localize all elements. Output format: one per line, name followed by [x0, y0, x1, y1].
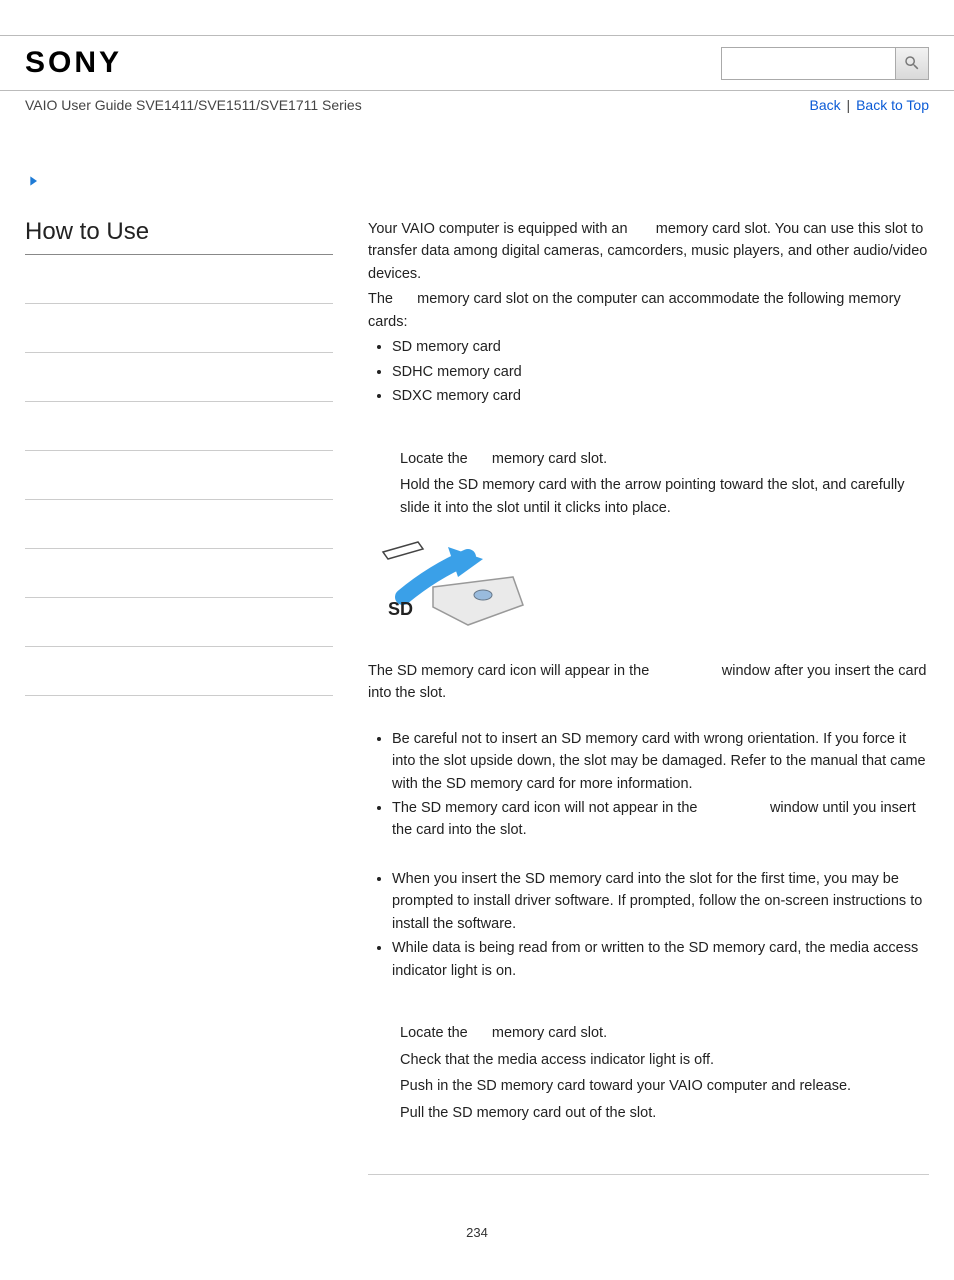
back-link[interactable]: Back	[810, 97, 841, 113]
list-item: SDHC memory card	[392, 361, 929, 383]
step-text: Locate the memory card slot.	[400, 448, 929, 470]
sidebar-item[interactable]	[25, 255, 333, 304]
page-number: 234	[0, 1225, 954, 1240]
step: Locate the memory card slot.	[368, 448, 929, 470]
sidebar-item[interactable]	[25, 500, 333, 549]
caution-list: Be careful not to insert an SD memory ca…	[368, 728, 929, 842]
after-insert-text: The SD memory card icon will appear in t…	[368, 660, 929, 705]
notes-list: When you insert the SD memory card into …	[368, 868, 929, 982]
chevron-right-icon	[25, 173, 954, 193]
search-input[interactable]	[721, 47, 896, 80]
sidebar-item[interactable]	[25, 353, 333, 402]
step-text: Hold the SD memory card with the arrow p…	[400, 474, 929, 519]
sidebar-item[interactable]	[25, 598, 333, 647]
nav-links: Back | Back to Top	[810, 97, 929, 113]
search-button[interactable]	[896, 47, 929, 80]
list-item: SDXC memory card	[392, 385, 929, 407]
sidebar-item[interactable]	[25, 647, 333, 696]
sidebar-item[interactable]	[25, 304, 333, 353]
step: Check that the media access indicator li…	[368, 1049, 929, 1071]
link-separator: |	[843, 97, 854, 113]
list-item: Be careful not to insert an SD memory ca…	[392, 728, 929, 795]
step-text: Check that the media access indicator li…	[400, 1049, 929, 1071]
article-body: Your VAIO computer is equipped with an m…	[333, 218, 929, 1175]
sony-logo: SONY	[25, 46, 122, 80]
step: Pull the SD memory card out of the slot.	[368, 1102, 929, 1124]
search-box	[721, 47, 929, 80]
list-item: The SD memory card icon will not appear …	[392, 797, 929, 842]
svg-text:SD: SD	[388, 599, 413, 619]
breadcrumb: VAIO User Guide SVE1411/SVE1511/SVE1711 …	[25, 97, 362, 113]
intro-paragraph: Your VAIO computer is equipped with an m…	[368, 218, 929, 285]
list-item: When you insert the SD memory card into …	[392, 868, 929, 935]
step: Locate the memory card slot.	[368, 1022, 929, 1044]
sidebar-item[interactable]	[25, 402, 333, 451]
compatible-cards-list: SD memory card SDHC memory card SDXC mem…	[368, 336, 929, 407]
step-text: Locate the memory card slot.	[400, 1022, 929, 1044]
sidebar-item[interactable]	[25, 549, 333, 598]
search-icon	[903, 54, 921, 72]
sidebar-item[interactable]	[25, 451, 333, 500]
list-item: SD memory card	[392, 336, 929, 358]
page-title: How to Use	[25, 218, 333, 255]
back-to-top-link[interactable]: Back to Top	[856, 97, 929, 113]
horizontal-rule	[368, 1174, 929, 1175]
step-text: Pull the SD memory card out of the slot.	[400, 1102, 929, 1124]
intro-paragraph: The memory card slot on the computer can…	[368, 288, 929, 333]
step: Hold the SD memory card with the arrow p…	[368, 474, 929, 519]
sd-card-illustration: SD	[373, 537, 929, 639]
step-text: Push in the SD memory card toward your V…	[400, 1075, 929, 1097]
list-item: While data is being read from or written…	[392, 937, 929, 982]
step: Push in the SD memory card toward your V…	[368, 1075, 929, 1097]
sidebar: How to Use	[25, 218, 333, 1175]
